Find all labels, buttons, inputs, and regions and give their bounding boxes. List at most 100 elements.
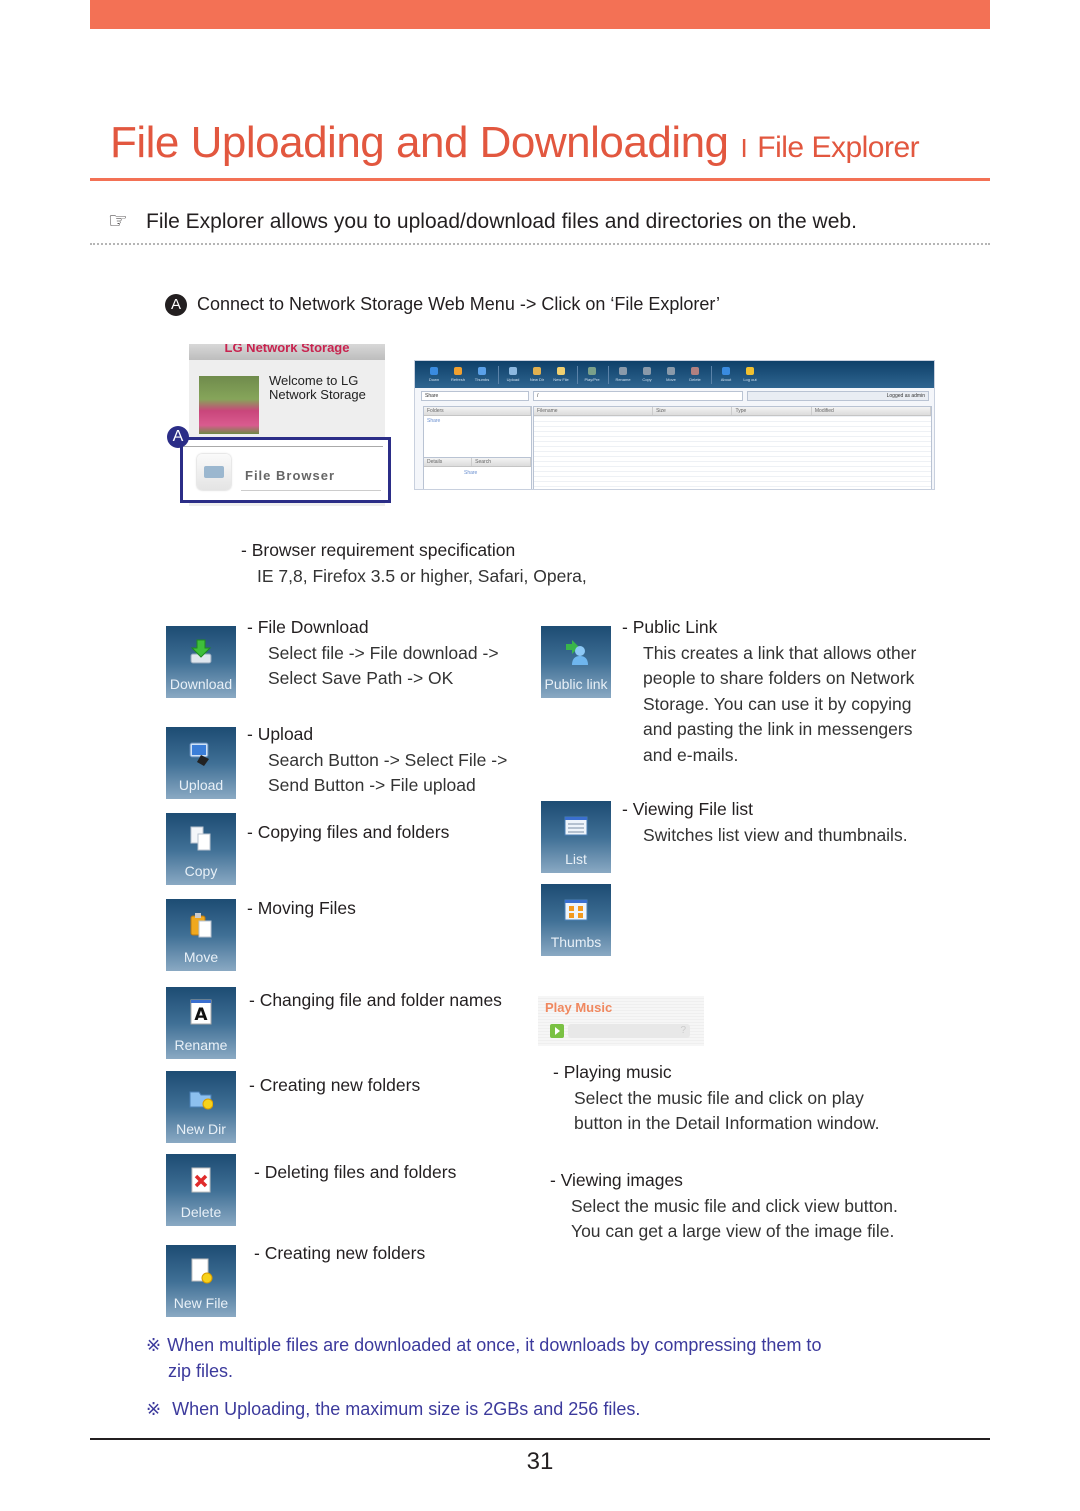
icon-label: Rename [174, 1037, 228, 1053]
feature-body-line: Search Button -> Select File -> [268, 749, 508, 770]
feature-body-line: and pasting the link in messengers [643, 719, 913, 739]
file-browser-icon [197, 454, 231, 490]
fe-toolbar-glyph-icon [509, 367, 517, 375]
intro: ☞ File Explorer allows you to upload/down… [108, 208, 857, 234]
file-browser-menu-item[interactable]: File Browser [180, 437, 391, 503]
fe-toolbar: Down Refresh Thumbs Upload New Dir New File Pl… [415, 361, 934, 388]
pointing-hand-icon: ☞ [108, 208, 128, 233]
fe-toolbar-label: Delete [689, 377, 701, 382]
feature-body-line: Send Button -> File upload [268, 775, 476, 795]
feature-body-line: Select file -> File download -> [268, 642, 499, 663]
feature-heading: - Upload [247, 724, 314, 744]
feature-body-line: Storage. You can use it by copying [643, 693, 912, 714]
fe-folders-header: Folders [424, 407, 531, 416]
playing-music-body-1: Select the music file and click on play [574, 1087, 864, 1108]
copy-button[interactable]: Copy [166, 813, 236, 885]
fe-logged-as: Logged as admin [747, 391, 929, 401]
list-view-button[interactable]: List [541, 801, 611, 873]
delete-button[interactable]: Delete [166, 1154, 236, 1226]
feature-description: - Creating new folders [249, 1073, 420, 1099]
icon-label: Move [183, 949, 219, 965]
feature-description: - Viewing File list Switches list view an… [622, 797, 908, 848]
rename-button[interactable]: A Rename [166, 987, 236, 1059]
fe-column-header-cell[interactable]: Filename [534, 407, 654, 415]
feature-body-line: and e-mails. [643, 744, 739, 765]
move-button[interactable]: Move [166, 899, 236, 971]
fe-toolbar-button[interactable]: New File [550, 364, 572, 386]
fe-toolbar-button[interactable]: Upload [502, 364, 524, 386]
fe-toolbar-label: Refresh [450, 377, 465, 382]
new-folder-icon [189, 1083, 214, 1111]
new-file-button[interactable]: New File [166, 1245, 236, 1317]
play-music-widget: Play Music ? [538, 996, 704, 1046]
file-explorer-screenshot: Down Refresh Thumbs Upload New Dir New File Pl… [414, 360, 935, 490]
icon-label: Delete [180, 1204, 222, 1220]
fe-details-item: Share [464, 470, 478, 476]
feature-body-line: This creates a link that allows other [643, 642, 917, 663]
download-icon [189, 638, 213, 666]
icon-label: Public link [544, 676, 608, 692]
upload-button[interactable]: Upload [166, 727, 236, 799]
fe-toolbar-label: Move [666, 377, 676, 382]
fe-toolbar-button[interactable]: Play/Pre [581, 364, 603, 386]
fe-toolbar-glyph-icon [691, 367, 699, 375]
welcome-text: Welcome to LG Network Storage [269, 373, 366, 402]
note-mark: ※ [146, 1399, 162, 1419]
fe-toolbar-separator [498, 365, 499, 384]
note-zip-line-2: zip files. [168, 1360, 234, 1381]
feature-heading: - Creating new folders [254, 1243, 426, 1263]
icon-label: Upload [178, 777, 224, 793]
note-upload-line: When Uploading, the maximum size is 2GBs… [172, 1399, 641, 1419]
feature-description: - File Download Select file -> File downl… [247, 615, 499, 692]
fe-toolbar-button[interactable]: Move [660, 364, 682, 386]
upload-icon [189, 739, 213, 767]
title-main: File Uploading and Downloading [110, 118, 729, 167]
fe-toolbar-button[interactable]: Down [423, 364, 445, 386]
fe-toolbar-button[interactable]: About [715, 364, 737, 386]
fe-toolbar-button[interactable]: Thumbs [471, 364, 493, 386]
thumbs-view-button[interactable]: Thumbs [541, 884, 611, 956]
fe-column-header-cell[interactable]: Type [732, 407, 812, 415]
delete-icon [189, 1166, 213, 1194]
page-title: File Uploading and Downloading I File Expl… [110, 118, 920, 168]
fe-search-label[interactable]: Search [472, 458, 531, 466]
fe-details-panel: Details Search Share [423, 457, 532, 489]
play-icon[interactable] [550, 1024, 564, 1038]
browser-req-body: IE 7,8, Firefox 3.5 or higher, Safari, O… [257, 566, 587, 586]
fe-share-select[interactable]: Share [421, 391, 529, 401]
feature-description: - Changing file and folder names [249, 988, 502, 1014]
feature-description: - Copying files and folders [247, 820, 449, 846]
fe-toolbar-button[interactable]: Delete [684, 364, 706, 386]
new-file-icon [189, 1257, 213, 1285]
fe-column-header-cell[interactable]: Modified [812, 407, 931, 415]
playing-music-body-2: button in the Detail Information window. [574, 1113, 880, 1133]
fe-file-list: Filename Size Type Modified [533, 406, 932, 489]
feature-description: - Public Link This creates a link that al… [622, 615, 916, 768]
fe-toolbar-button[interactable]: Refresh [447, 364, 469, 386]
menu-divider [183, 446, 383, 447]
note-upload-limit: ※ When Uploading, the maximum size is 2G… [146, 1397, 640, 1423]
music-progress-bar[interactable]: ? [568, 1024, 690, 1038]
fe-toolbar-glyph-icon [667, 367, 675, 375]
feature-description: - Upload Search Button -> Select File -> S… [247, 722, 507, 799]
fe-toolbar-button[interactable]: Copy [636, 364, 658, 386]
fe-toolbar-button[interactable]: New Dir [526, 364, 548, 386]
feature-heading: - Viewing File list [622, 799, 753, 819]
play-music-title: Play Music [545, 1000, 613, 1015]
fe-column-header-cell[interactable]: Size [653, 407, 733, 415]
public-link-button[interactable]: Public link [541, 626, 611, 698]
note-mark: ※ [146, 1335, 162, 1355]
feature-heading: - Moving Files [247, 898, 356, 918]
feature-body-line: people to share folders on Network [643, 668, 915, 688]
fe-folder-item[interactable]: Share [424, 416, 531, 426]
icon-label: New Dir [176, 1121, 226, 1137]
download-button[interactable]: Download [166, 626, 236, 698]
fe-toolbar-button[interactable]: Rename [612, 364, 634, 386]
new-folder-button[interactable]: New Dir [166, 1071, 236, 1143]
fe-toolbar-label: Thumbs [474, 377, 490, 382]
note-zip-line-1: When multiple files are downloaded at on… [167, 1335, 822, 1355]
icon-label: List [565, 851, 587, 867]
fe-toolbar-label: About [720, 377, 732, 382]
fe-toolbar-button[interactable]: Log out [739, 364, 761, 386]
fe-path-input[interactable]: / [533, 391, 743, 401]
